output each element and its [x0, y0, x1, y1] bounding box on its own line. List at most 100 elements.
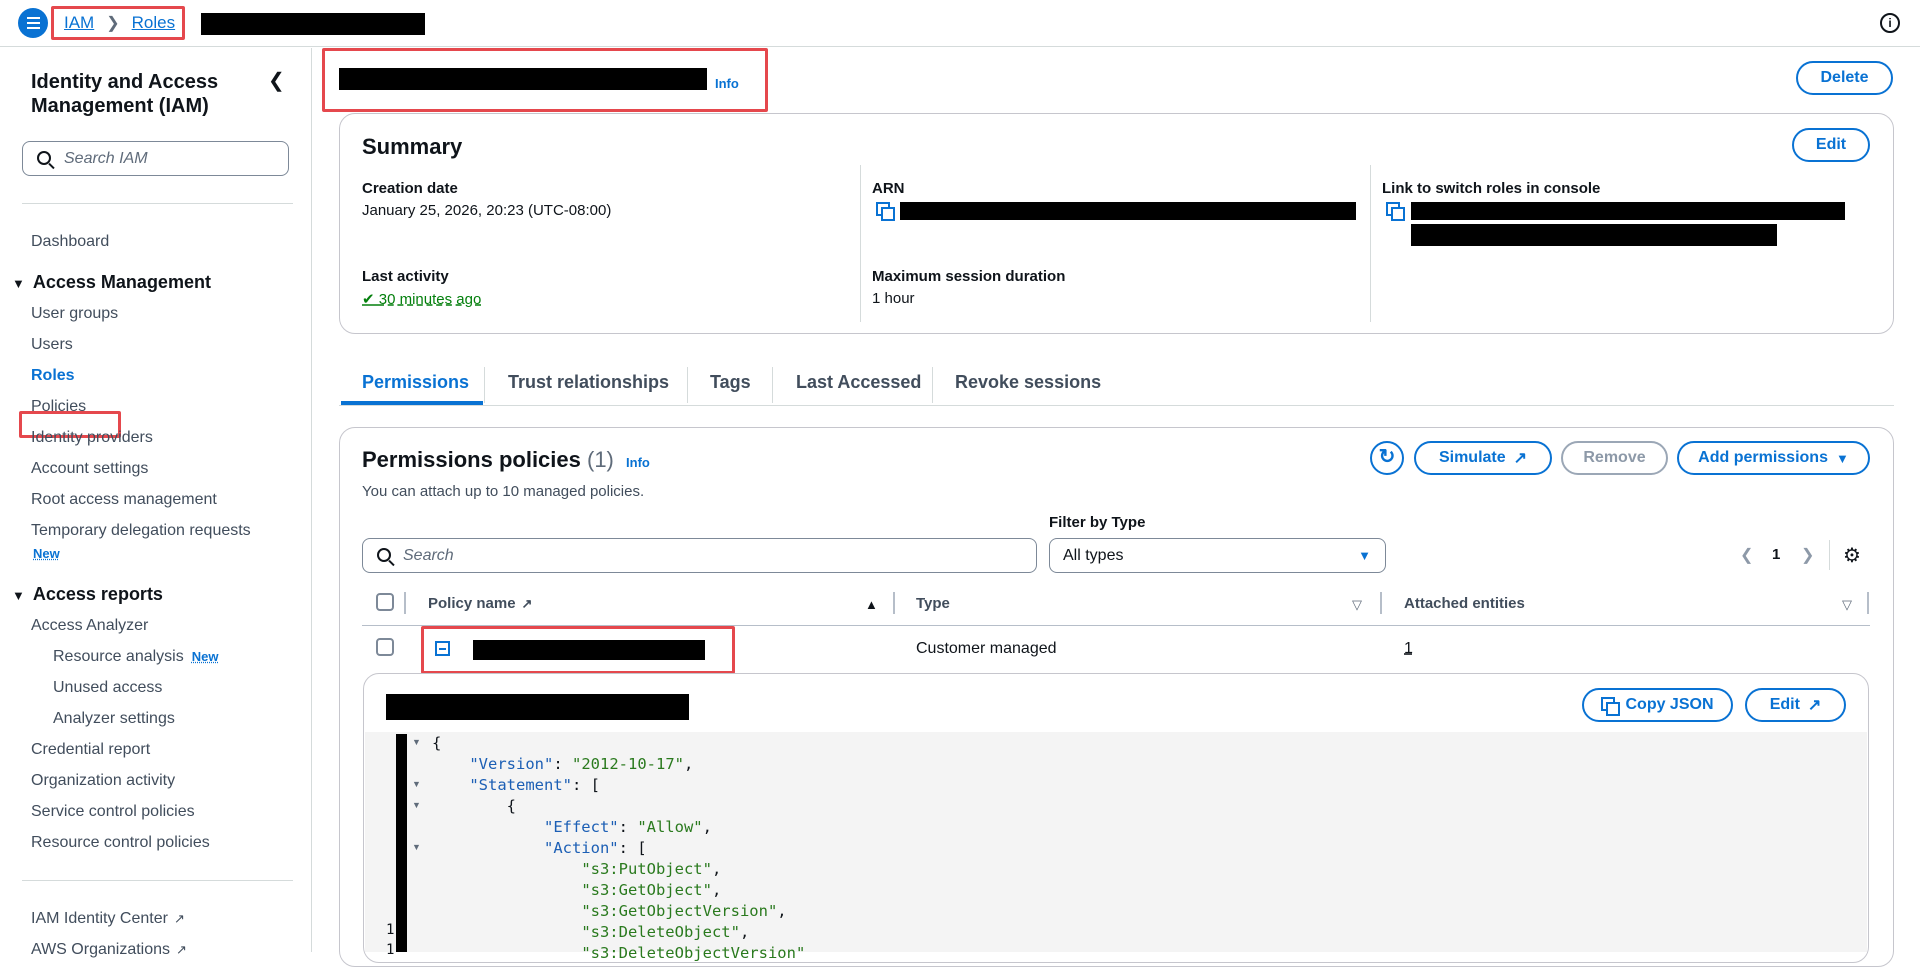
sidebar-item-unused-access[interactable]: Unused access — [53, 679, 162, 697]
sidebar-item-dashboard[interactable]: Dashboard — [31, 233, 109, 251]
sort-icon[interactable]: ▽ — [1842, 597, 1852, 613]
sidebar-search-input[interactable]: Search IAM — [22, 141, 289, 176]
summary-title: Summary — [362, 134, 463, 159]
divider — [1380, 592, 1382, 614]
switch-role-link-label: Link to switch roles in console — [1382, 180, 1601, 197]
sidebar-section-access-reports[interactable]: ▼ Access reports — [12, 584, 163, 605]
creation-date-value: January 25, 2026, 20:23 (UTC-08:00) — [362, 202, 612, 219]
remove-button[interactable]: Remove — [1561, 441, 1668, 475]
filter-type-value: All types — [1063, 547, 1124, 564]
filter-type-select[interactable]: All types ▼ — [1049, 538, 1386, 573]
settings-gear-icon[interactable]: ⚙ — [1843, 543, 1861, 568]
sidebar-title: Identity and Access Management (IAM) — [31, 71, 219, 117]
next-page-icon[interactable]: ❯ — [1801, 545, 1814, 565]
tab-trust-relationships[interactable]: Trust relationships — [508, 372, 669, 393]
code-line: "s3:DeleteObject", — [581, 923, 750, 941]
sidebar-item-access-analyzer[interactable]: Access Analyzer — [31, 617, 148, 635]
divider — [22, 203, 293, 204]
code-line: "s3:DeleteObjectVersion" — [581, 944, 806, 962]
divider — [1370, 165, 1371, 322]
divider — [22, 880, 293, 881]
add-permissions-button[interactable]: Add permissions ▼ — [1677, 441, 1870, 475]
sidebar-item-service-control-policies[interactable]: Service control policies — [31, 803, 195, 821]
summary-edit-button[interactable]: Edit — [1792, 128, 1870, 162]
code-line: "Effect": "Allow", — [543, 818, 712, 836]
prev-page-icon[interactable]: ❮ — [1740, 545, 1753, 565]
caret-down-icon: ▼ — [1835, 450, 1849, 466]
sidebar-item-organization-activity[interactable]: Organization activity — [31, 772, 175, 790]
sidebar-item-users[interactable]: Users — [31, 336, 73, 354]
search-icon — [37, 151, 51, 165]
sidebar-item-credential-report[interactable]: Credential report — [31, 741, 150, 759]
simulate-button[interactable]: Simulate ↗ — [1414, 441, 1552, 475]
fold-caret-icon[interactable]: ▼ — [412, 800, 421, 810]
delete-button[interactable]: Delete — [1796, 61, 1893, 95]
redacted-switch-link — [1411, 224, 1777, 246]
simulate-label: Simulate — [1438, 449, 1506, 466]
info-icon[interactable]: i — [1880, 13, 1900, 33]
tab-permissions[interactable]: Permissions — [362, 372, 469, 393]
sidebar-item-user-groups[interactable]: User groups — [31, 305, 118, 323]
fold-caret-icon[interactable]: ▼ — [412, 842, 421, 852]
sidebar-item-resource-control-policies[interactable]: Resource control policies — [31, 834, 210, 852]
creation-date-label: Creation date — [362, 180, 458, 197]
sidebar-item-roles[interactable]: Roles — [31, 367, 75, 385]
line-number: 1 — [386, 942, 395, 958]
sidebar-item-resource-analysis[interactable]: Resource analysis New — [53, 648, 218, 666]
tab-tags[interactable]: Tags — [710, 372, 751, 393]
page-number[interactable]: 1 — [1772, 546, 1780, 563]
sidebar-section-access-management[interactable]: ▼ Access Management — [12, 272, 211, 293]
policy-edit-button[interactable]: Edit ↗ — [1745, 688, 1846, 722]
divider — [893, 592, 895, 614]
info-link[interactable]: Info — [626, 455, 650, 470]
code-line: "s3:GetObjectVersion", — [581, 902, 787, 920]
sidebar-item-aws-organizations[interactable]: AWS Organizations ↗ — [31, 941, 187, 959]
divider — [1867, 592, 1869, 614]
breadcrumb-iam-link[interactable]: IAM — [64, 13, 94, 33]
info-link[interactable]: Info — [715, 76, 739, 91]
copy-icon[interactable] — [1386, 202, 1405, 221]
last-activity-text: 30 minutes ago — [378, 291, 482, 308]
redacted-arn — [900, 202, 1356, 220]
redacted-switch-link — [1411, 202, 1845, 220]
refresh-button[interactable]: ↻ — [1370, 441, 1404, 475]
sidebar-item-policies[interactable]: Policies — [31, 398, 86, 416]
select-all-checkbox[interactable] — [376, 593, 394, 611]
copy-icon[interactable] — [876, 202, 895, 221]
row-checkbox[interactable] — [376, 638, 394, 656]
col-policy-name[interactable]: Policy name ↗ — [428, 595, 532, 612]
sidebar-item-analyzer-settings[interactable]: Analyzer settings — [53, 710, 175, 728]
sort-ascending-icon[interactable]: ▲ — [865, 597, 878, 612]
tab-revoke-sessions[interactable]: Revoke sessions — [955, 372, 1101, 393]
code-line: "Version": "2012-10-17", — [469, 755, 694, 773]
col-attached-entities[interactable]: Attached entities — [1404, 595, 1525, 612]
fold-caret-icon[interactable]: ▼ — [412, 779, 421, 789]
policy-search-input[interactable]: Search — [362, 538, 1037, 573]
row-attached-entities[interactable]: 1 — [1404, 640, 1413, 658]
redacted-page-title — [339, 68, 707, 90]
sort-icon[interactable]: ▽ — [1352, 597, 1362, 613]
code-line: "Statement": [ — [469, 776, 600, 794]
collapse-icon[interactable]: ❮ — [268, 68, 285, 93]
sidebar-item-temporary-delegation[interactable]: Temporary delegation requests — [31, 522, 251, 540]
divider — [772, 367, 773, 403]
code-line: "s3:GetObject", — [581, 881, 722, 899]
external-link-icon: ↗ — [1807, 697, 1822, 714]
menu-button[interactable] — [18, 8, 48, 38]
sidebar-item-identity-providers[interactable]: Identity providers — [31, 429, 153, 447]
item-label: Resource analysis — [53, 648, 184, 665]
policy-search-placeholder: Search — [403, 547, 454, 564]
sidebar-item-root-access[interactable]: Root access management — [31, 491, 217, 509]
line-number: 1 — [386, 922, 395, 938]
copy-json-button[interactable]: Copy JSON — [1582, 688, 1733, 722]
divider — [484, 367, 485, 403]
tab-last-accessed[interactable]: Last Accessed — [796, 372, 921, 393]
sidebar-item-iam-identity-center[interactable]: IAM Identity Center ↗ — [31, 910, 185, 928]
breadcrumb-roles-link[interactable]: Roles — [132, 13, 175, 33]
collapse-row-icon[interactable] — [435, 641, 450, 656]
code-line: "Action": [ — [543, 839, 647, 857]
sidebar-item-account-settings[interactable]: Account settings — [31, 460, 148, 478]
new-badge-label: New — [33, 546, 60, 561]
col-type[interactable]: Type — [916, 595, 950, 612]
fold-caret-icon[interactable]: ▼ — [412, 737, 421, 747]
